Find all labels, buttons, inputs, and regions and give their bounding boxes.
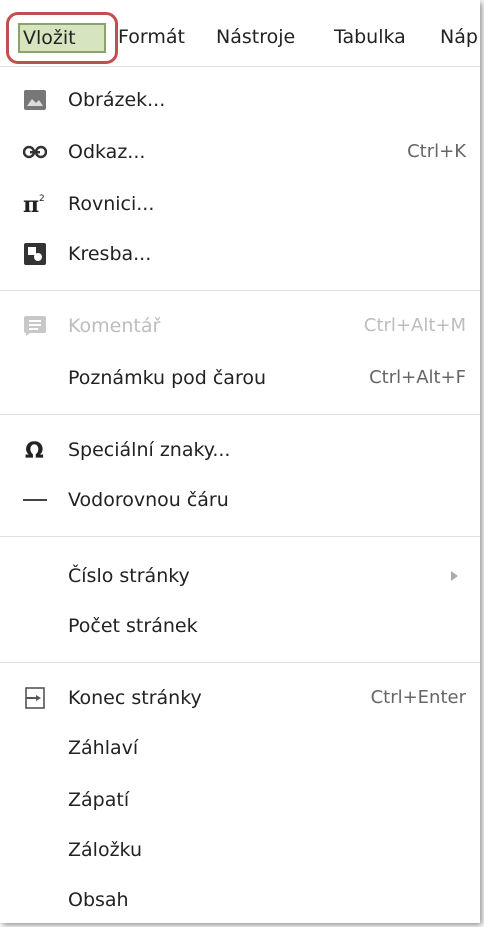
menu-help[interactable]: Náp — [440, 26, 478, 48]
menu-separator — [0, 536, 480, 537]
menu-item-special-characters[interactable]: Ω Speciální znaky... — [0, 426, 480, 474]
horizontal-line-icon — [22, 487, 48, 513]
menu-item-label: Rovnici... — [68, 193, 155, 215]
menu-item-footnote[interactable]: Poznámku pod čarou Ctrl+Alt+F — [0, 354, 480, 402]
menu-item-table-of-contents[interactable]: Obsah — [0, 876, 480, 924]
svg-text:2: 2 — [39, 194, 45, 204]
menu-item-label: Záložku — [68, 839, 142, 861]
equation-icon: π2 — [22, 191, 48, 217]
menu-bar: Vložit Formát Nástroje Tabulka Náp — [0, 0, 480, 67]
link-icon — [22, 139, 48, 165]
menu-item-shortcut: Ctrl+Alt+M — [363, 315, 466, 336]
menu-item-label: Poznámku pod čarou — [68, 367, 267, 389]
menu-item-label: Obrázek... — [68, 89, 166, 111]
menu-item-equation[interactable]: π2 Rovnici... — [0, 180, 480, 228]
menu-item-header[interactable]: Záhlaví — [0, 724, 480, 772]
menu-item-shortcut: Ctrl+K — [407, 141, 466, 162]
menu-tools[interactable]: Nástroje — [216, 26, 295, 48]
menu-item-label: Speciální znaky... — [68, 439, 231, 461]
menu-item-bookmark[interactable]: Záložku — [0, 826, 480, 874]
svg-text:π: π — [23, 192, 39, 216]
menu-item-label: Kresba... — [68, 243, 152, 265]
omega-icon: Ω — [22, 437, 48, 463]
menu-separator — [0, 414, 480, 415]
menu-item-image[interactable]: Obrázek... — [0, 76, 480, 124]
submenu-arrow-icon — [451, 571, 458, 581]
page-break-icon — [22, 685, 48, 711]
menu-item-label: Číslo stránky — [68, 565, 190, 587]
menu-item-link[interactable]: Odkaz... Ctrl+K — [0, 128, 480, 176]
menu-item-footer[interactable]: Zápatí — [0, 776, 480, 824]
window-frame: Vložit Formát Nástroje Tabulka Náp Obráz… — [0, 0, 480, 923]
menu-item-label: Zápatí — [68, 789, 130, 811]
menu-table[interactable]: Tabulka — [334, 26, 406, 48]
comment-icon — [22, 313, 48, 339]
menu-item-shortcut: Ctrl+Alt+F — [369, 367, 466, 388]
image-icon — [22, 87, 48, 113]
svg-text:Ω: Ω — [25, 439, 44, 462]
menu-item-drawing[interactable]: Kresba... — [0, 230, 480, 278]
drawing-icon — [22, 241, 48, 267]
menu-item-label: Komentář — [68, 315, 161, 337]
menu-item-label: Záhlaví — [68, 737, 139, 759]
insert-menu-highlight: Vložit — [6, 12, 118, 64]
menu-item-label: Konec stránky — [68, 687, 202, 709]
menu-item-comment: Komentář Ctrl+Alt+M — [0, 302, 480, 350]
menu-format[interactable]: Formát — [118, 26, 185, 48]
menu-item-page-count[interactable]: Počet stránek — [0, 602, 480, 650]
menu-insert[interactable]: Vložit — [18, 23, 106, 53]
menu-item-page-break[interactable]: Konec stránky Ctrl+Enter — [0, 674, 480, 722]
menu-item-label: Vodorovnou čáru — [68, 489, 229, 511]
menu-separator — [0, 662, 480, 663]
menu-item-label: Obsah — [68, 889, 129, 911]
menu-item-label: Počet stránek — [68, 615, 198, 637]
menu-item-horizontal-line[interactable]: Vodorovnou čáru — [0, 476, 480, 524]
menu-item-label: Odkaz... — [68, 141, 146, 163]
menu-item-page-number[interactable]: Číslo stránky — [0, 552, 480, 600]
menu-item-shortcut: Ctrl+Enter — [370, 687, 466, 708]
menu-separator — [0, 290, 480, 291]
